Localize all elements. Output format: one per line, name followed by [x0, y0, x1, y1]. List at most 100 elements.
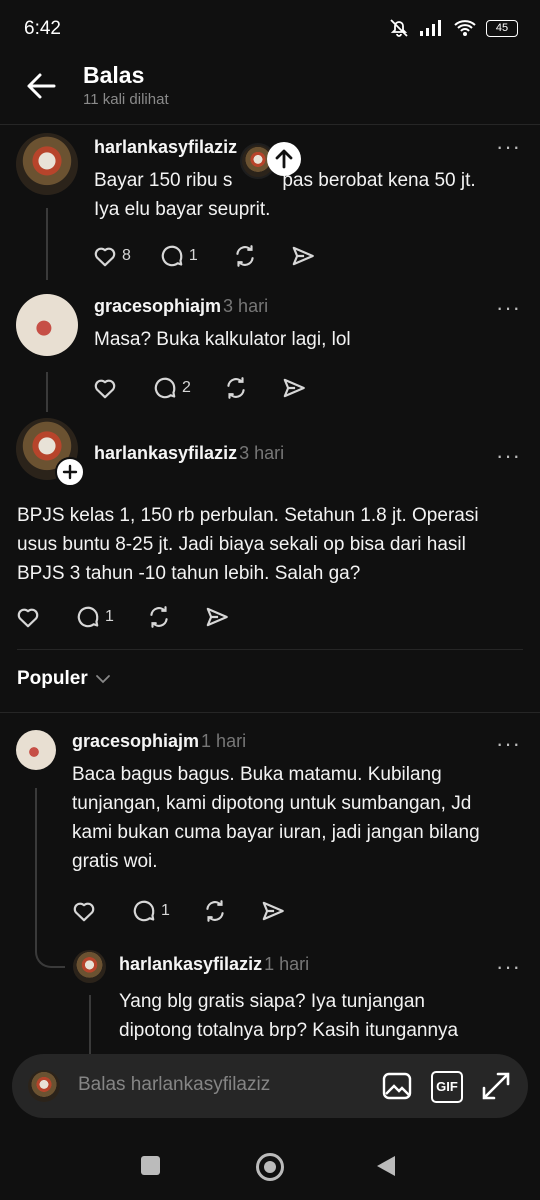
gif-icon[interactable]: GIF	[431, 1071, 463, 1103]
reply-icon	[159, 243, 185, 269]
scroll-up-button[interactable]	[267, 142, 301, 176]
divider	[17, 649, 523, 650]
image-icon[interactable]	[381, 1070, 413, 1102]
reply-count: 1	[161, 902, 170, 919]
share-button[interactable]	[281, 375, 307, 401]
reply-button[interactable]: 1	[131, 898, 170, 924]
page-title: Balas	[83, 62, 145, 88]
post-text: Yang blg gratis siapa? Iya tunjangan dip…	[119, 987, 529, 1045]
post-text-line: BPJS 3 tahun -10 tahun lebih. Salah ga?	[17, 563, 361, 584]
follow-button[interactable]	[55, 457, 85, 487]
plus-icon	[62, 464, 78, 480]
signal-icon	[420, 20, 441, 36]
more-options-icon[interactable]: ···	[496, 731, 521, 757]
status-time: 6:42	[24, 18, 61, 39]
more-options-icon[interactable]: ···	[496, 954, 521, 980]
share-icon	[204, 604, 230, 630]
battery-icon: 45	[486, 19, 518, 37]
post-text-line: dipotong totalnya brp? Kasih itungannya	[119, 1020, 459, 1041]
silent-mode-icon	[390, 19, 408, 37]
share-button[interactable]	[260, 898, 286, 924]
reply-icon	[75, 604, 101, 630]
post-text-line1-right: pas berobat kena 50 jt.	[282, 170, 476, 191]
share-button[interactable]	[290, 243, 316, 269]
reply-input[interactable]: Balas harlankasyfilaziz	[78, 1074, 270, 1096]
post-text-line: kami bukan cuma bayar iuran, jadi jangan…	[72, 822, 480, 843]
post-text: Baca bagus bagus. Buka matamu. Kubilang …	[72, 760, 522, 876]
repost-icon	[232, 243, 258, 269]
username-text[interactable]: harlankasyfilaziz	[119, 954, 262, 974]
post-text-line: Baca bagus bagus. Buka matamu. Kubilang	[72, 764, 442, 785]
avatar[interactable]	[16, 133, 78, 195]
sort-dropdown[interactable]: Populer	[17, 668, 111, 690]
repost-button[interactable]	[202, 898, 228, 924]
post-time: 3 hari	[223, 296, 269, 316]
post-text-line1-left: Bayar 150 ribu s	[94, 170, 233, 191]
share-button[interactable]	[204, 604, 230, 630]
thread-line	[89, 995, 91, 1055]
heart-icon	[92, 243, 118, 269]
back-triangle-icon[interactable]	[375, 1154, 397, 1178]
repost-button[interactable]	[146, 604, 172, 630]
like-button[interactable]	[71, 898, 97, 924]
arrow-up-icon	[275, 149, 293, 169]
like-button[interactable]	[15, 604, 41, 630]
username-text[interactable]: gracesophiajm	[72, 731, 199, 751]
repost-button[interactable]	[232, 243, 258, 269]
share-icon	[260, 898, 286, 924]
status-icons: 45	[388, 18, 518, 38]
thread-line	[35, 788, 37, 948]
post-time: 3 hari	[239, 443, 285, 463]
reply-count: 2	[182, 379, 191, 396]
post-text-line: Yang blg gratis siapa? Iya tunjangan	[119, 991, 425, 1012]
reply-button[interactable]: 1	[159, 243, 198, 269]
post-text: Masa? Buka kalkulator lagi, lol	[94, 329, 351, 350]
avatar[interactable]	[16, 730, 56, 770]
post-username: gracesophiajm 1 hari	[72, 731, 246, 752]
repost-icon	[146, 604, 172, 630]
recents-icon[interactable]	[141, 1156, 160, 1175]
avatar[interactable]	[16, 294, 78, 356]
wifi-icon	[454, 20, 476, 36]
post-username[interactable]: harlankasyfilaziz	[94, 137, 237, 158]
more-options-icon[interactable]: ···	[496, 443, 521, 469]
arrow-left-icon[interactable]	[24, 72, 58, 100]
sort-label: Populer	[17, 668, 88, 689]
like-button[interactable]: 8	[92, 243, 131, 269]
post-actions: 8 1	[92, 243, 316, 269]
post-text-line: gratis woi.	[72, 851, 158, 872]
like-button[interactable]	[92, 375, 118, 401]
heart-icon	[71, 898, 97, 924]
home-icon[interactable]	[256, 1153, 284, 1181]
reply-icon	[131, 898, 157, 924]
reply-count: 1	[105, 608, 114, 625]
heart-icon	[92, 375, 118, 401]
repost-button[interactable]	[223, 375, 249, 401]
reply-icon	[152, 375, 178, 401]
post-text: BPJS kelas 1, 150 rb perbulan. Setahun 1…	[17, 501, 527, 588]
post-actions: 1	[71, 898, 286, 924]
share-icon	[281, 375, 307, 401]
post-username: gracesophiajm 3 hari	[94, 296, 268, 317]
post-time: 1 hari	[201, 731, 247, 751]
thread-connector	[35, 946, 65, 968]
reply-button[interactable]: 2	[152, 375, 191, 401]
repost-icon	[202, 898, 228, 924]
post-text-line: BPJS kelas 1, 150 rb perbulan. Setahun 1…	[17, 505, 479, 526]
divider	[0, 712, 540, 713]
avatar[interactable]	[73, 950, 106, 983]
username-text[interactable]: harlankasyfilaziz	[94, 443, 237, 463]
username-text[interactable]: gracesophiajm	[94, 296, 221, 316]
post-username: harlankasyfilaziz 3 hari	[94, 443, 284, 464]
post-username: harlankasyfilaziz 1 hari	[119, 954, 309, 975]
more-options-icon[interactable]: ···	[496, 295, 521, 321]
composer-avatar	[28, 1070, 60, 1102]
thread-line	[46, 372, 48, 412]
thread-line	[46, 208, 48, 280]
post-text-line: usus buntu 8-25 jt. Jadi biaya sekali op…	[17, 534, 466, 555]
reply-button[interactable]: 1	[75, 604, 114, 630]
chevron-down-icon	[95, 675, 110, 684]
repost-icon	[223, 375, 249, 401]
expand-icon[interactable]	[480, 1070, 512, 1102]
more-options-icon[interactable]: ···	[496, 134, 521, 160]
